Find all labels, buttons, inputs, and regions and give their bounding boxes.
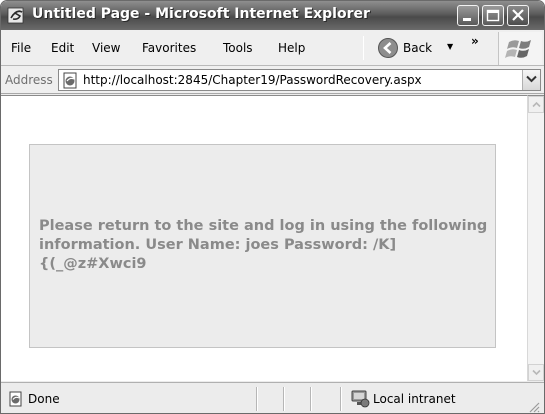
browser-window: Untitled Page - Microsoft Internet Explo… [0, 0, 545, 414]
password-recovery-panel: Please return to the site and log in usi… [29, 144, 496, 348]
menu-bar: File Edit View Favorites Tools Help Back… [1, 30, 544, 66]
scroll-up-button[interactable] [528, 96, 544, 113]
windows-flag-icon [498, 32, 542, 65]
local-intranet-icon [351, 390, 370, 408]
menu-view[interactable]: View [92, 41, 120, 55]
status-divider [283, 387, 285, 411]
menu-favorites[interactable]: Favorites [142, 41, 196, 55]
window-title: Untitled Page - Microsoft Internet Explo… [32, 6, 370, 22]
address-input[interactable]: http://localhost:2845/Chapter19/Password… [58, 69, 541, 91]
status-text: Done [28, 392, 60, 406]
address-label: Address [5, 73, 53, 87]
menu-edit[interactable]: Edit [51, 41, 74, 55]
recovery-message: Please return to the site and log in usi… [39, 218, 488, 272]
back-arrow-icon [378, 38, 398, 58]
maximize-icon [486, 9, 500, 22]
minimize-button[interactable] [457, 5, 479, 26]
close-icon [512, 9, 524, 21]
page-icon [63, 72, 77, 89]
toolbar-more-icon[interactable]: » [471, 34, 479, 48]
back-button[interactable]: Back ▼ [377, 37, 457, 59]
title-bar[interactable]: Untitled Page - Microsoft Internet Explo… [1, 1, 544, 30]
page-content: Please return to the site and log in usi… [1, 95, 527, 381]
back-label: Back [403, 41, 433, 55]
menu-tools[interactable]: Tools [223, 41, 253, 55]
vertical-scrollbar[interactable] [527, 95, 544, 381]
back-dropdown-icon[interactable]: ▼ [447, 42, 453, 51]
chevron-up-icon [532, 101, 541, 108]
status-divider [256, 387, 258, 411]
status-bar: Done Local intranet [1, 382, 544, 413]
toolbar-divider [363, 36, 364, 60]
address-dropdown-button[interactable] [522, 70, 540, 90]
page-done-icon [9, 391, 22, 407]
chevron-down-icon [532, 369, 541, 376]
menu-file[interactable]: File [11, 41, 31, 55]
scroll-down-button[interactable] [528, 364, 544, 381]
status-divider [310, 387, 312, 411]
status-divider [340, 387, 342, 411]
maximize-button[interactable] [482, 5, 504, 26]
security-zone-label: Local intranet [373, 392, 456, 406]
ie-logo-icon [7, 7, 24, 24]
address-url: http://localhost:2845/Chapter19/Password… [83, 73, 422, 87]
close-button[interactable] [507, 5, 529, 26]
address-bar: Address http://localhost:2845/Chapter19/… [1, 66, 544, 94]
menu-help[interactable]: Help [278, 41, 305, 55]
minimize-icon [463, 18, 471, 21]
chevron-down-icon [526, 75, 537, 83]
resize-grip-icon[interactable] [528, 401, 540, 413]
